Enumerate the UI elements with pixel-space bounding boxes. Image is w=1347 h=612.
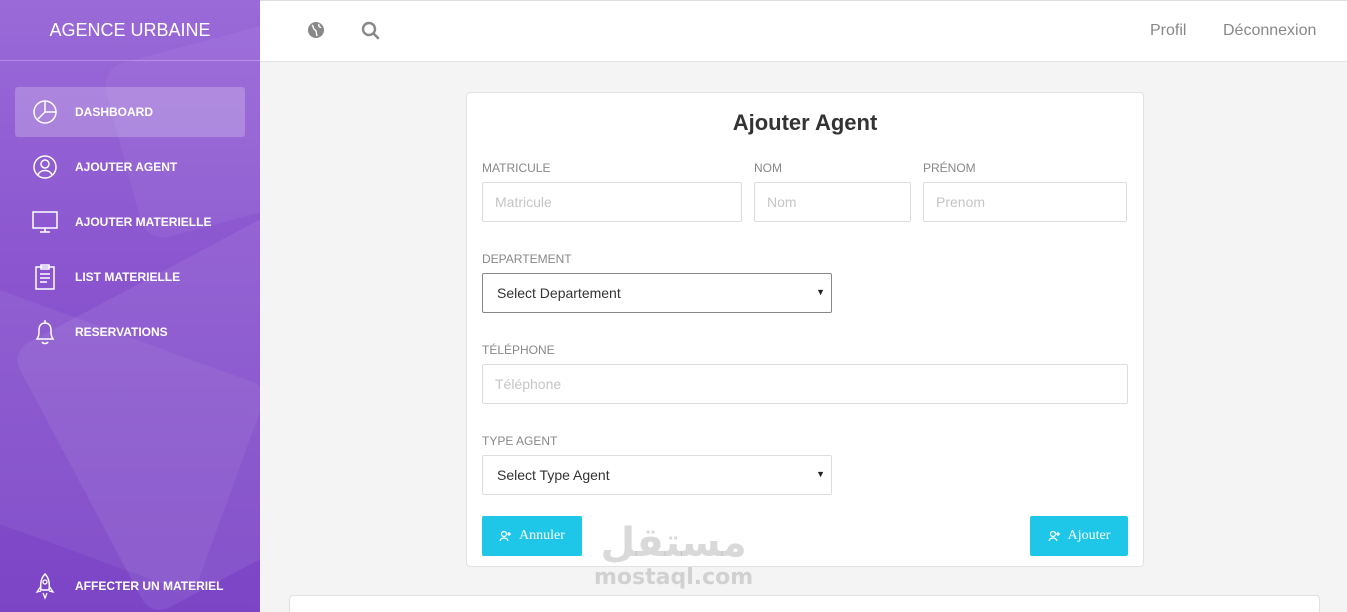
sidebar-item-list-materielle[interactable]: LIST MATERIELLE [15,252,245,302]
search-icon[interactable] [361,21,381,41]
telephone-input[interactable] [482,364,1128,404]
profil-link[interactable]: Profil [1150,22,1186,40]
matricule-label: MATRICULE [482,161,551,175]
sidebar: AGENCE URBAINE DASHBOARD AJOUTER AGENT A… [0,0,260,612]
user-icon [31,153,59,181]
departement-selected-value: Select Departement [497,285,621,301]
nom-input[interactable] [754,182,911,222]
sidebar-item-label: AFFECTER UN MATERIEL [75,579,224,593]
type-agent-label: TYPE AGENT [482,434,558,448]
pie-chart-icon [31,98,59,126]
chevron-down-icon: ▼ [816,287,825,297]
sidebar-nav: DASHBOARD AJOUTER AGENT AJOUTER MATERIEL… [0,61,260,357]
brand-title[interactable]: AGENCE URBAINE [0,0,260,61]
departement-label: DEPARTEMENT [482,252,572,266]
form-title: Ajouter Agent [732,110,878,135]
secondary-card [289,595,1320,612]
watermark-latin: mostaql.com [594,565,754,590]
monitor-icon [31,208,59,236]
rocket-icon [31,572,59,600]
type-agent-select[interactable]: Select Type Agent ▼ [482,455,832,495]
sidebar-item-label: DASHBOARD [75,105,153,119]
submit-button[interactable]: Ajouter [1030,516,1128,556]
cancel-button-label: Annuler [519,528,565,543]
logout-link[interactable]: Déconnexion [1223,22,1316,40]
sidebar-item-label: LIST MATERIELLE [75,270,181,284]
cancel-button[interactable]: Annuler [482,516,582,556]
clipboard-icon [31,263,59,291]
sidebar-item-label: RESERVATIONS [75,325,168,339]
sidebar-item-label: AJOUTER AGENT [75,160,178,174]
bell-icon [31,318,59,346]
sidebar-item-ajouter-agent[interactable]: AJOUTER AGENT [15,142,245,192]
add-user-icon [1048,530,1061,542]
sidebar-item-label: AJOUTER MATERIELLE [75,215,212,229]
departement-select[interactable]: Select Departement ▼ [482,273,832,313]
sidebar-item-ajouter-materielle[interactable]: AJOUTER MATERIELLE [15,197,245,247]
matricule-input[interactable] [482,182,742,222]
add-agent-form-card: Ajouter Agent MATRICULE NOM PRÉNOM DEPAR… [466,92,1144,567]
sidebar-item-reservations[interactable]: RESERVATIONS [15,307,245,357]
chevron-down-icon: ▼ [816,469,825,479]
globe-icon[interactable] [307,21,327,41]
watermark: مستقل mostaql.com [594,520,753,590]
prenom-input[interactable] [923,182,1127,222]
sidebar-item-affecter-materiel[interactable]: AFFECTER UN MATERIEL [15,561,245,611]
nom-label: NOM [754,161,782,175]
submit-button-label: Ajouter [1067,528,1111,543]
sidebar-item-dashboard[interactable]: DASHBOARD [15,87,245,137]
watermark-arabic: مستقل [600,520,747,566]
type-agent-selected-value: Select Type Agent [497,467,610,483]
prenom-label: PRÉNOM [923,161,976,175]
telephone-label: TÉLÉPHONE [482,343,555,357]
add-user-icon [499,530,512,542]
top-navbar: Profil Déconnexion [260,0,1347,62]
